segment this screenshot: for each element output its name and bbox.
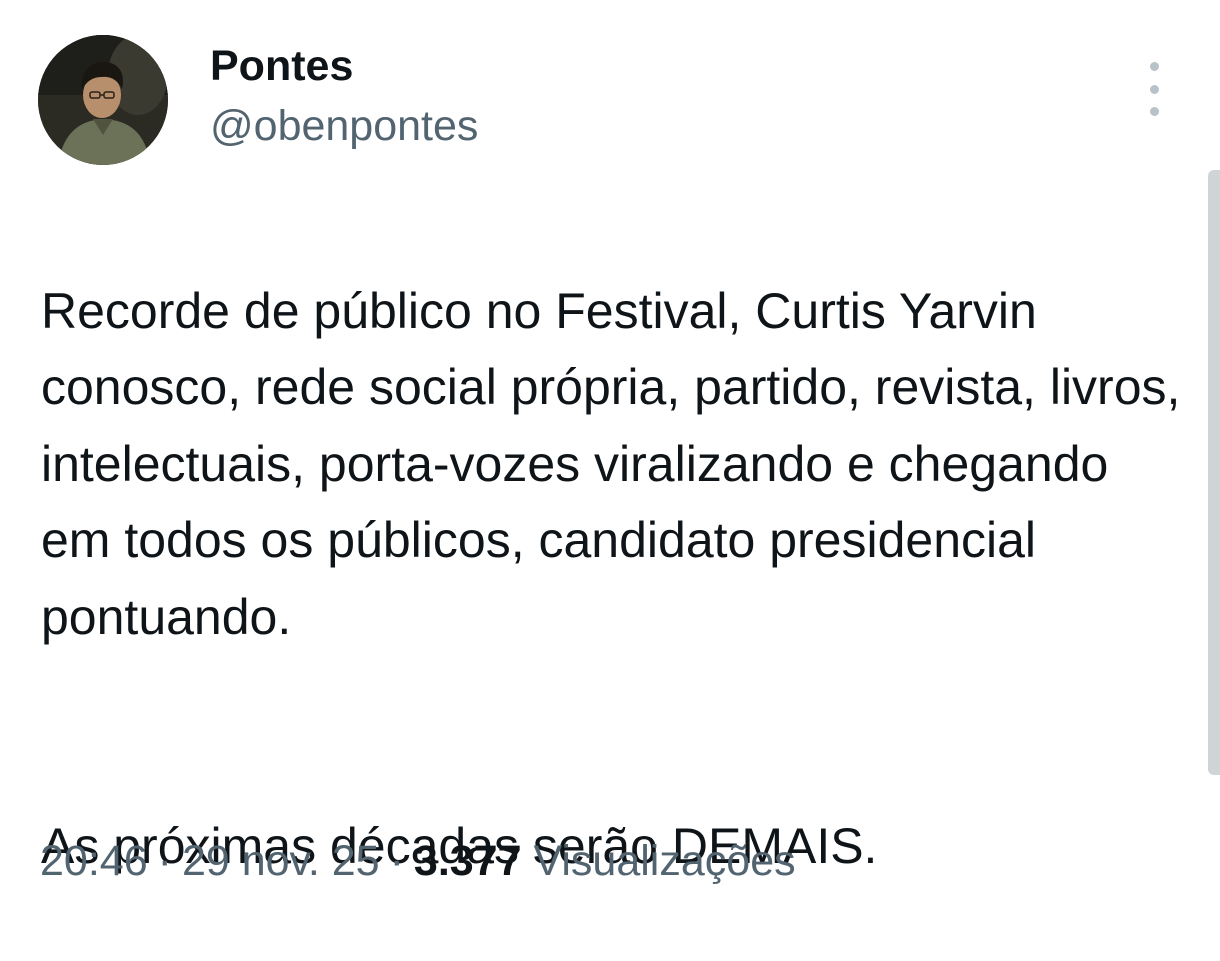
scrollbar[interactable] (1208, 170, 1220, 775)
more-vertical-icon (1149, 62, 1159, 71)
meta-separator: · (157, 837, 172, 885)
tweet: Pontes @obenpontes Recorde de público no… (0, 0, 1220, 908)
author-display-name[interactable]: Pontes (210, 38, 478, 94)
tweet-time[interactable]: 20:46 (40, 837, 148, 885)
more-vertical-icon-dot (1149, 107, 1159, 116)
views-count[interactable]: 3.377 (414, 837, 522, 885)
author-block: Pontes @obenpontes (210, 38, 478, 154)
meta-separator: · (389, 837, 404, 885)
tweet-paragraph: Recorde de público no Festival, Curtis Y… (41, 282, 1181, 645)
author-handle[interactable]: @obenpontes (210, 98, 478, 154)
more-vertical-icon-dot (1149, 84, 1159, 94)
views-label[interactable]: Visualizações (533, 837, 795, 885)
avatar[interactable] (38, 35, 168, 165)
more-options-button[interactable] (1136, 62, 1172, 116)
tweet-date[interactable]: 29 nov. 25 (182, 837, 380, 885)
tweet-meta: 20:46 · 29 nov. 25 · 3.377 Visualizações (40, 833, 796, 889)
